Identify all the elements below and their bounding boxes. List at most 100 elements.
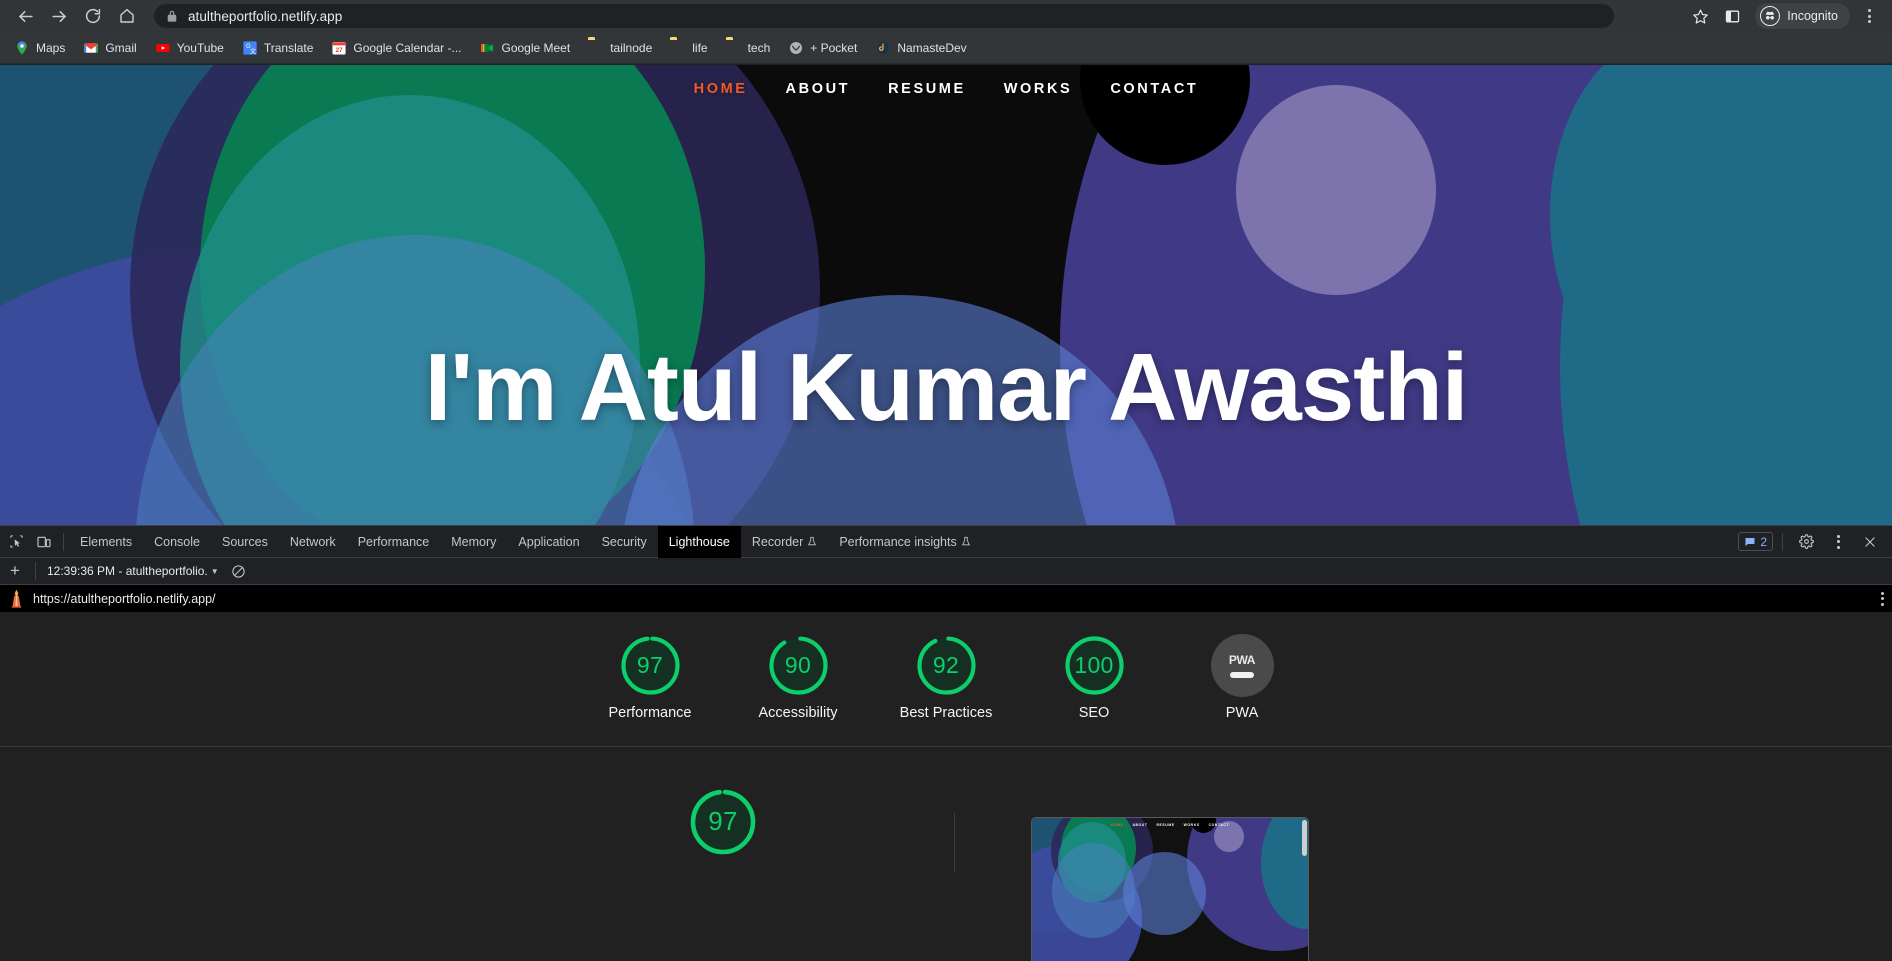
nav-link-home[interactable]: HOME	[694, 81, 748, 97]
lighthouse-url-bar: https://atultheportfolio.netlify.app/	[0, 585, 1892, 612]
gauge-score: 97	[708, 806, 738, 837]
gear-icon[interactable]	[1792, 529, 1820, 555]
experiment-flask-icon	[808, 536, 817, 546]
devtools-tabbar: Elements Console Sources Network Perform…	[0, 525, 1892, 558]
tab-application[interactable]: Application	[507, 526, 590, 558]
gauge-accessibility[interactable]: 90 Accessibility	[746, 634, 850, 724]
kebab-menu-icon[interactable]	[1854, 2, 1884, 30]
gauge-score: 90	[784, 652, 812, 678]
tab-performance[interactable]: Performance	[347, 526, 441, 558]
vertical-divider	[954, 812, 955, 873]
back-arrow-icon[interactable]	[8, 2, 42, 30]
status-badge[interactable]: 2	[1738, 532, 1773, 551]
tab-label: Network	[289, 534, 336, 549]
tab-memory[interactable]: Memory	[440, 526, 507, 558]
incognito-indicator[interactable]: Incognito	[1755, 3, 1850, 29]
pwa-badge: PWA	[1210, 634, 1274, 697]
devtools-panel: Elements Console Sources Network Perform…	[0, 525, 1892, 961]
bookmark-label: NamasteDev	[897, 40, 967, 55]
address-bar[interactable]: atultheportfolio.netlify.app	[154, 4, 1614, 28]
bookmark-gmail[interactable]: Gmail	[75, 36, 144, 60]
tab-elements[interactable]: Elements	[69, 526, 143, 558]
plus-icon[interactable]: +	[2, 561, 28, 581]
device-toolbar-icon[interactable]	[30, 529, 58, 555]
bookmark-google-calendar[interactable]: 27 Google Calendar -...	[323, 36, 469, 60]
side-panel-icon[interactable]	[1717, 2, 1747, 30]
folder-icon	[670, 40, 686, 56]
maps-icon	[14, 40, 30, 56]
bookmark-namastedev[interactable]: NamasteDev	[867, 36, 974, 60]
bookmark-label: Maps	[36, 40, 66, 55]
gauge-best-practices[interactable]: 92 Best Practices	[894, 634, 998, 724]
bookmark-google-meet[interactable]: Google Meet	[471, 36, 578, 60]
experiment-flask-icon	[961, 536, 970, 546]
divider	[63, 532, 64, 551]
divider	[1782, 532, 1783, 551]
thumbnail-nav: HOME ABOUT RESUME WORKS CONTACT	[1032, 823, 1308, 827]
bookmark-label: life	[692, 40, 708, 55]
tab-recorder[interactable]: Recorder	[741, 526, 828, 558]
reload-icon[interactable]	[76, 2, 110, 30]
tab-console[interactable]: Console	[143, 526, 211, 558]
bookmark-label: Google Calendar -...	[353, 40, 462, 55]
thumbnail-nav-item: CONTACT	[1208, 822, 1230, 827]
chevron-down-icon: ▼	[210, 566, 219, 576]
score-gauges: 97 Performance 90 Accessibility 92 Best …	[0, 612, 1892, 724]
tab-label: Security	[601, 534, 647, 549]
gauge-score: 97	[636, 652, 664, 678]
message-icon	[1745, 537, 1755, 546]
report-selector[interactable]: 12:39:36 PM - atultheportfolio. ▼	[43, 564, 223, 578]
tab-lighthouse[interactable]: Lighthouse	[657, 525, 741, 558]
bookmark-folder-tech[interactable]: tech	[718, 36, 779, 60]
forward-arrow-icon[interactable]	[42, 2, 76, 30]
bookmark-folder-life[interactable]: life	[662, 36, 715, 60]
gauge-pwa[interactable]: PWA PWA	[1190, 634, 1294, 724]
gauge-seo[interactable]: 100 SEO	[1042, 634, 1146, 724]
tab-network[interactable]: Network	[279, 526, 347, 558]
nav-link-contact[interactable]: CONTACT	[1110, 81, 1198, 97]
inspect-element-icon[interactable]	[2, 529, 30, 555]
bookmark-folder-tailnode[interactable]: tailnode	[580, 36, 660, 60]
bookmark-label: tech	[747, 40, 771, 55]
lighthouse-report: 97 Performance 90 Accessibility 92 Best …	[0, 612, 1892, 961]
incognito-icon	[1760, 6, 1781, 26]
tab-label: Performance insights	[839, 534, 957, 549]
pwa-badge-text: PWA	[1228, 653, 1256, 667]
tab-performance-insights[interactable]: Performance insights	[828, 526, 981, 558]
incognito-label: Incognito	[1787, 9, 1838, 23]
report-selector-label: 12:39:36 PM - atultheportfolio.	[47, 564, 208, 578]
tab-label: Performance	[357, 534, 430, 549]
bookmark-maps[interactable]: Maps	[6, 36, 73, 60]
gauge-performance[interactable]: 97 Performance	[598, 634, 702, 724]
home-icon[interactable]	[110, 2, 144, 30]
page-screenshot-thumbnail: HOME ABOUT RESUME WORKS CONTACT	[1031, 816, 1309, 961]
gauge-label: Best Practices	[899, 705, 993, 721]
gauge-ring: 92	[915, 634, 978, 697]
address-bar-text: atultheportfolio.netlify.app	[188, 8, 343, 24]
youtube-icon	[155, 40, 171, 56]
nav-link-resume[interactable]: RESUME	[888, 81, 966, 97]
gauge-ring: 97	[619, 634, 682, 697]
detail-gauge-performance[interactable]: 97	[688, 787, 758, 857]
bookmark-translate[interactable]: G文 Translate	[234, 36, 322, 60]
gauge-label: Performance	[608, 705, 692, 721]
gauge-score: 100	[1074, 652, 1114, 678]
kebab-menu-icon[interactable]	[1881, 591, 1884, 606]
star-icon[interactable]	[1685, 2, 1715, 30]
bookmark-pocket[interactable]: + Pocket	[780, 36, 865, 60]
nav-link-about[interactable]: ABOUT	[786, 81, 851, 97]
bookmark-label: + Pocket	[810, 40, 858, 55]
background-shape	[1236, 85, 1436, 295]
tab-security[interactable]: Security	[591, 526, 658, 558]
bookmark-youtube[interactable]: YouTube	[147, 36, 232, 60]
tab-sources[interactable]: Sources	[211, 526, 279, 558]
tab-label: Recorder	[751, 534, 804, 549]
lock-icon	[167, 10, 177, 22]
page-viewport: HOME ABOUT RESUME WORKS CONTACT I'm Atul…	[0, 65, 1892, 525]
close-icon[interactable]	[1856, 529, 1884, 555]
namastedev-icon	[875, 40, 891, 56]
kebab-menu-icon[interactable]	[1824, 529, 1852, 555]
pwa-dash-icon	[1230, 672, 1254, 678]
clear-icon[interactable]	[225, 558, 253, 584]
nav-link-works[interactable]: WORKS	[1004, 81, 1073, 97]
